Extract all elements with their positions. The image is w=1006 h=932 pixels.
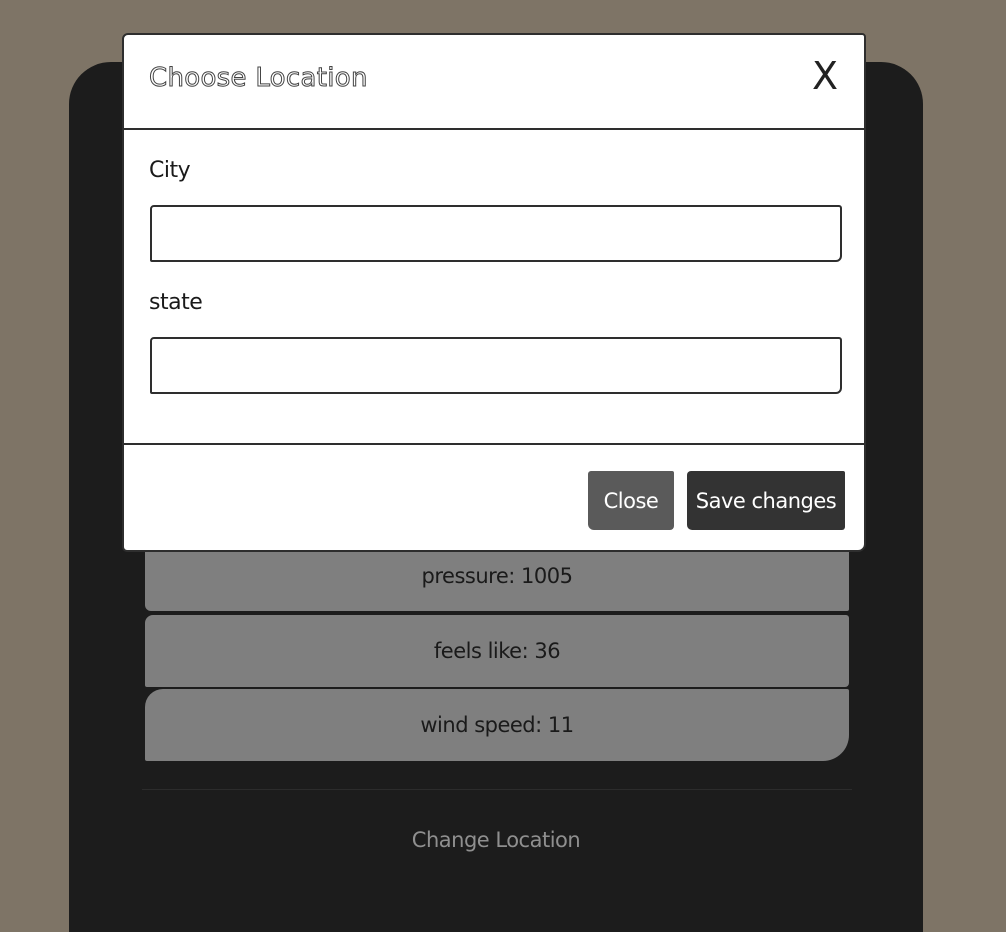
modal-footer-divider (124, 443, 864, 445)
close-button[interactable]: Close (588, 471, 674, 530)
pressure-text: pressure: 1005 (421, 563, 573, 588)
choose-location-modal: Choose Location X City state Close Save … (122, 33, 866, 552)
feels-like-text: feels like: 36 (433, 639, 561, 663)
card-divider (142, 789, 852, 790)
feels-like-stat: feels like: 36 (145, 615, 849, 687)
state-input[interactable] (150, 337, 842, 394)
close-icon[interactable]: X (812, 53, 838, 99)
save-changes-button[interactable]: Save changes (687, 471, 845, 530)
state-label: state (149, 290, 203, 315)
city-label: City (149, 158, 191, 183)
modal-title: Choose Location (149, 63, 368, 94)
wind-speed-stat: wind speed: 11 (145, 689, 849, 761)
modal-header: Choose Location X (124, 35, 864, 130)
city-input[interactable] (150, 205, 842, 262)
wind-speed-text: wind speed: 11 (420, 713, 574, 737)
change-location-link[interactable]: Change Location (69, 828, 923, 852)
